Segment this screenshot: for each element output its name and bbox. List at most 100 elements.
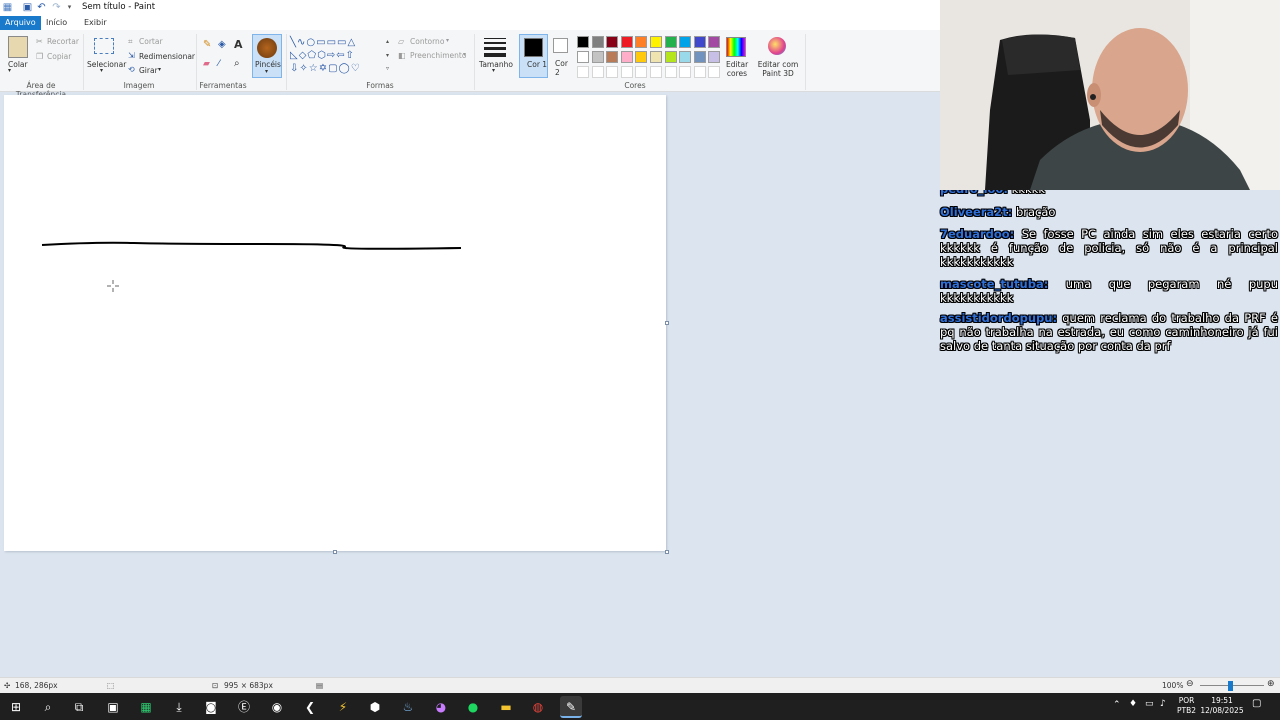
zoom-out-button[interactable]: ⊖: [1186, 679, 1194, 689]
paste-icon[interactable]: [8, 36, 28, 58]
customize-quick-access-icon[interactable]: ▾: [64, 2, 75, 13]
color-swatch[interactable]: [635, 36, 648, 48]
custom-color-slot[interactable]: [708, 66, 721, 78]
microphone-icon[interactable]: ♦: [1129, 699, 1137, 709]
fill-dropdown[interactable]: Preenchimento: [410, 51, 466, 60]
color-swatch[interactable]: [650, 36, 662, 48]
color1-button[interactable]: Cor 1: [519, 34, 548, 78]
resize-button[interactable]: Redimensionar: [139, 52, 195, 61]
steam-icon[interactable]: ♨: [397, 696, 419, 718]
image-size-icon: ⊡: [212, 681, 219, 690]
fill-icon[interactable]: ◈: [218, 39, 226, 50]
color-swatch[interactable]: [693, 36, 706, 48]
custom-color-slot[interactable]: [679, 66, 692, 78]
custom-color-slot[interactable]: [664, 66, 677, 78]
custom-color-slot[interactable]: [650, 66, 662, 78]
color-swatch[interactable]: [591, 36, 604, 48]
app-icon-discord[interactable]: ◙: [200, 696, 222, 718]
cut-button[interactable]: Recortar: [47, 37, 79, 46]
resize-handle-right[interactable]: [665, 321, 669, 325]
zoom-slider-thumb[interactable]: [1228, 681, 1233, 691]
file-explorer-icon[interactable]: ▬: [495, 696, 517, 718]
color-swatch[interactable]: [606, 51, 619, 63]
app-icon-files[interactable]: ▣: [102, 696, 124, 718]
app-icon-unity[interactable]: ⬢: [364, 696, 386, 718]
windows-start-icon[interactable]: ⊞: [5, 696, 27, 718]
app-icon-arrow[interactable]: ❮: [299, 696, 321, 718]
crop-button[interactable]: Cortar: [139, 37, 163, 46]
tab-view[interactable]: Exibir: [79, 16, 112, 30]
outline-dropdown[interactable]: Contorno: [410, 37, 444, 46]
custom-color-slot[interactable]: [620, 66, 633, 78]
color-swatch[interactable]: [650, 51, 662, 63]
app-icon-purple[interactable]: ◕: [430, 696, 452, 718]
magnifier-icon[interactable]: ⌕: [234, 58, 240, 69]
copy-button[interactable]: Copiar: [47, 52, 71, 61]
edit-colors-button[interactable]: Editar cores: [726, 60, 748, 78]
color-swatch[interactable]: [577, 36, 589, 48]
color-swatch[interactable]: [708, 36, 721, 48]
paint-taskbar-icon[interactable]: ✎: [560, 696, 582, 718]
app-icon-yellow[interactable]: ⚡: [332, 696, 354, 718]
edit-colors-icon[interactable]: [726, 37, 746, 57]
color-swatch[interactable]: [620, 51, 633, 63]
show-hidden-icons[interactable]: ⌃: [1113, 700, 1121, 710]
color-swatch[interactable]: [679, 36, 692, 48]
color-swatch[interactable]: [635, 51, 648, 63]
color-swatch[interactable]: [664, 51, 677, 63]
app-icon-epic[interactable]: Ⓔ: [233, 696, 255, 718]
custom-color-slot[interactable]: [635, 66, 648, 78]
text-icon[interactable]: A: [234, 38, 243, 51]
paint3d-icon[interactable]: [768, 37, 786, 55]
notifications-icon[interactable]: ▢: [1252, 698, 1261, 709]
drawing-canvas[interactable]: [4, 95, 666, 551]
app-icon-green[interactable]: ▦: [135, 696, 157, 718]
network-icon[interactable]: ▭: [1145, 699, 1154, 709]
app-icon-download[interactable]: ⤓: [168, 696, 190, 718]
custom-color-slot[interactable]: [591, 66, 604, 78]
redo-icon[interactable]: ↷: [51, 2, 62, 13]
resize-handle-bottom[interactable]: [333, 550, 337, 554]
eraser-icon[interactable]: ▰: [203, 59, 210, 69]
color2-label[interactable]: Cor 2: [555, 59, 568, 77]
custom-color-slot[interactable]: [606, 66, 619, 78]
undo-icon[interactable]: ↶: [36, 2, 47, 13]
color-swatch[interactable]: [708, 51, 721, 63]
edit-with-paint3d-button[interactable]: Editar com Paint 3D: [756, 60, 800, 78]
spotify-icon[interactable]: ●: [462, 696, 484, 718]
select-icon[interactable]: [94, 38, 114, 54]
shapes-gallery[interactable]: ╲∿○▭▭▭△ ◺◇⬠⬡⇨⇦⇧ ⇩✧☆✡▢◯♡: [290, 36, 386, 74]
size-icon[interactable]: [484, 38, 506, 57]
color-swatch[interactable]: [664, 36, 677, 48]
size-button[interactable]: Tamanho: [479, 60, 513, 69]
color2-swatch[interactable]: [553, 38, 568, 53]
fill-shape-icon: ◧: [398, 51, 406, 60]
color-swatch[interactable]: [620, 36, 633, 48]
color-swatch[interactable]: [693, 51, 706, 63]
chrome-icon[interactable]: ◍: [527, 696, 549, 718]
selection-size-icon: ⬚: [107, 681, 115, 690]
color-picker-icon[interactable]: ⁄: [218, 59, 220, 69]
language-indicator[interactable]: POR PTB2: [1177, 696, 1196, 716]
custom-color-slot[interactable]: [693, 66, 706, 78]
color-swatch[interactable]: [679, 51, 692, 63]
color-swatch[interactable]: [606, 36, 619, 48]
tab-home[interactable]: Início: [41, 16, 72, 30]
save-icon[interactable]: ▣: [22, 2, 33, 13]
search-icon[interactable]: ⌕: [37, 696, 59, 718]
select-button[interactable]: Selecionar: [87, 60, 126, 69]
pencil-icon[interactable]: ✎: [203, 39, 211, 50]
app-icon-obs[interactable]: ◉: [266, 696, 288, 718]
rotate-button[interactable]: Girar: [139, 66, 158, 75]
resize-handle-corner[interactable]: [665, 550, 669, 554]
clock[interactable]: 19:51 12/08/2025: [1200, 696, 1244, 716]
volume-icon[interactable]: ♪: [1160, 699, 1166, 709]
color-swatch[interactable]: [577, 51, 589, 63]
custom-color-slot[interactable]: [577, 66, 589, 78]
brushes-button[interactable]: Pincéis ▾: [252, 34, 282, 78]
zoom-in-button[interactable]: ⊕: [1267, 679, 1275, 689]
image-size: 995 × 683px: [224, 681, 273, 690]
task-view-icon[interactable]: ⧉: [68, 696, 90, 718]
color-swatch[interactable]: [591, 51, 604, 63]
tab-file[interactable]: Arquivo: [0, 16, 41, 30]
